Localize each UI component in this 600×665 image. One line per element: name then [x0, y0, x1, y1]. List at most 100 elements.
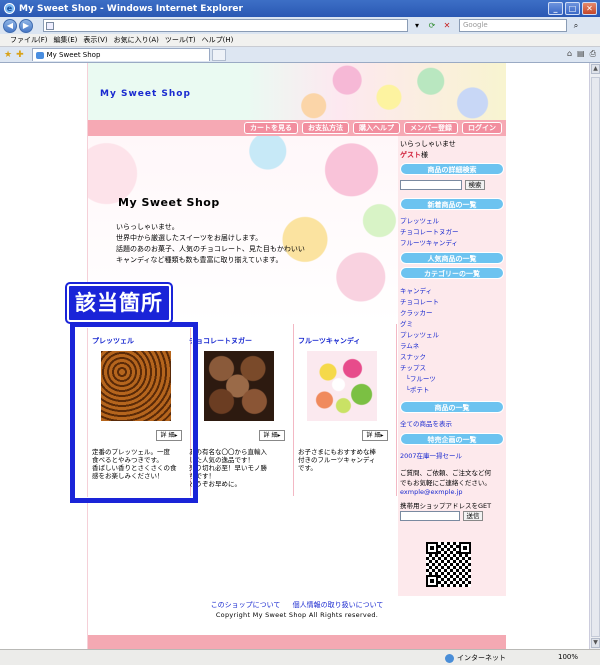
zone-label: インターネット: [457, 654, 506, 662]
product-name[interactable]: チョコレートヌガー: [189, 336, 252, 346]
desc-line: ちです！: [189, 472, 215, 480]
subcategory-label: ポテト: [409, 386, 430, 394]
print-icon[interactable]: ⎙: [590, 49, 596, 59]
send-button[interactable]: 送信: [463, 511, 483, 521]
subcategory-link[interactable]: └フルーツ: [406, 373, 436, 383]
hero-line: いらっしゃいませ。: [116, 223, 179, 231]
category-link[interactable]: チップス: [400, 362, 426, 372]
all-items-link[interactable]: 全ての商品を表示: [400, 418, 452, 428]
about-link[interactable]: このショップについて: [211, 601, 281, 609]
privacy-link[interactable]: 個人情報の取り扱いについて: [293, 601, 384, 609]
new-item-link[interactable]: チョコレートヌガー: [400, 226, 459, 236]
desc-line: 付きのフルーツキャンディ: [298, 456, 376, 464]
scroll-down-icon[interactable]: ▼: [591, 638, 600, 648]
maximize-icon[interactable]: □: [565, 2, 580, 15]
nav-payment-button[interactable]: お支払方法: [302, 122, 349, 134]
search-input[interactable]: Google: [459, 19, 567, 32]
footer-band: [88, 635, 506, 649]
detail-button[interactable]: 詳 細▸: [362, 430, 388, 441]
all-items-heading: 商品の一覧: [400, 401, 504, 413]
tab-page-icon: [35, 52, 44, 59]
internet-zone-icon: [445, 653, 454, 663]
menu-edit[interactable]: 編集(E): [54, 35, 78, 45]
desc-line: あの有名な〇〇から直輸入: [189, 448, 267, 456]
product-image-chocolate[interactable]: [204, 351, 274, 421]
popular-heading[interactable]: 人気商品の一覧: [400, 252, 504, 264]
category-link[interactable]: キャンディ: [400, 285, 432, 295]
favorites-star-icon[interactable]: ★: [4, 50, 12, 60]
copyright: Copyright My Sweet Shop All Rights reser…: [215, 611, 379, 619]
detail-button[interactable]: 詳 細▸: [259, 430, 285, 441]
security-zone: インターネット: [445, 653, 506, 663]
contact-line: ご質問、ご依頼、ご注文など何: [400, 469, 491, 477]
desc-line: どうぞお早めに。: [189, 480, 241, 488]
tab-my-sweet-shop[interactable]: My Sweet Shop: [31, 48, 210, 61]
category-link[interactable]: グミ: [400, 318, 413, 328]
home-icon[interactable]: ⌂: [567, 49, 572, 59]
sidebar-search-input[interactable]: [400, 180, 462, 190]
status-bar: インターネット 100%: [0, 649, 600, 665]
footer: このショップについて 個人情報の取り扱いについて Copyright My Sw…: [88, 596, 506, 649]
zoom-level[interactable]: 100%: [558, 653, 578, 661]
new-item-link[interactable]: プレッツェル: [400, 215, 439, 225]
desc-line: です。: [298, 464, 317, 472]
back-icon[interactable]: ◀: [3, 18, 17, 33]
new-items-heading: 新着商品の一覧: [400, 198, 504, 210]
feeds-icon[interactable]: ▤: [577, 49, 585, 59]
category-link[interactable]: ラムネ: [400, 340, 419, 350]
menu-favorites[interactable]: お気に入り(A): [114, 35, 159, 45]
scroll-up-icon[interactable]: ▲: [591, 64, 600, 74]
scroll-thumb[interactable]: [591, 77, 600, 637]
category-link[interactable]: プレッツェル: [400, 329, 439, 339]
dropdown-icon[interactable]: ▾: [411, 20, 423, 32]
category-link[interactable]: クラッカー: [400, 307, 433, 317]
close-icon[interactable]: ✕: [582, 2, 597, 15]
footer-links: このショップについて 個人情報の取り扱いについて: [88, 600, 506, 610]
add-favorites-icon[interactable]: ✚: [16, 50, 24, 60]
mobile-email-input[interactable]: [400, 511, 460, 521]
contact-line: でもお気軽にご連絡ください。: [400, 479, 491, 487]
email-link[interactable]: exmple@exmple.jp: [400, 488, 463, 496]
guest-suffix: 様: [421, 151, 428, 159]
shop-logo[interactable]: My Sweet Shop: [100, 89, 191, 99]
product-image-candy[interactable]: [307, 351, 377, 421]
product-name[interactable]: フルーツキャンディ: [298, 336, 360, 346]
category-heading: カテゴリーの一覧: [400, 267, 504, 279]
greeting: いらっしゃいませ: [400, 140, 456, 148]
tab-label: My Sweet Shop: [46, 51, 101, 59]
hero-line: キャンディなど種類も数も豊富に取り揃えています。: [116, 256, 283, 264]
search-icon[interactable]: ⌕: [570, 20, 582, 32]
tab-bar: ★ ✚ My Sweet Shop ⌂ ▤ ⎙: [0, 47, 600, 63]
annotation-label: 該当箇所: [67, 284, 171, 322]
product-card-chocolate: チョコレートヌガー 詳 細▸ あの有名な〇〇から直輸入 した人気の逸品です！ 売…: [189, 324, 294, 496]
annotation-highlight-box: [70, 322, 198, 503]
vertical-scrollbar[interactable]: ▲ ▼: [589, 63, 600, 649]
nav-help-button[interactable]: 購入ヘルプ: [353, 122, 400, 134]
special-heading: 特売企画の一覧: [400, 433, 504, 445]
new-item-link[interactable]: フルーツキャンディ: [400, 237, 458, 247]
refresh-icon[interactable]: ⟳: [426, 20, 438, 32]
subcategory-link[interactable]: └ポテト: [406, 384, 429, 394]
page-icon: [46, 22, 54, 30]
nav-login-button[interactable]: ログイン: [462, 122, 502, 134]
hero-text: いらっしゃいませ。 世界中から厳選したスイーツをお届けします。 話題のあのお菓子…: [116, 222, 326, 266]
nav-cart-button[interactable]: カートを見る: [244, 122, 298, 134]
menu-file[interactable]: ファイル(F): [10, 35, 48, 45]
url-input[interactable]: [43, 19, 408, 32]
menu-view[interactable]: 表示(V): [83, 35, 107, 45]
ie-logo-icon: e: [4, 3, 15, 14]
product-description: お子さまにもおすすめな棒 付きのフルーツキャンディ です。: [298, 448, 394, 472]
minimize-icon[interactable]: _: [548, 2, 563, 15]
desc-line: した人気の逸品です！: [189, 456, 254, 464]
menu-tools[interactable]: ツール(T): [165, 35, 196, 45]
sidebar-search-button[interactable]: 検索: [465, 180, 485, 190]
forward-icon[interactable]: ▶: [19, 18, 33, 33]
guest-name: ゲスト: [400, 151, 421, 159]
new-tab-button[interactable]: [211, 48, 226, 61]
category-link[interactable]: チョコレート: [400, 296, 439, 306]
nav-register-button[interactable]: メンバー登録: [404, 122, 458, 134]
stop-icon[interactable]: ✕: [441, 20, 453, 32]
category-link[interactable]: スナック: [400, 351, 426, 361]
special-link[interactable]: 2007在庫一掃セール: [400, 450, 462, 460]
menu-help[interactable]: ヘルプ(H): [202, 35, 234, 45]
